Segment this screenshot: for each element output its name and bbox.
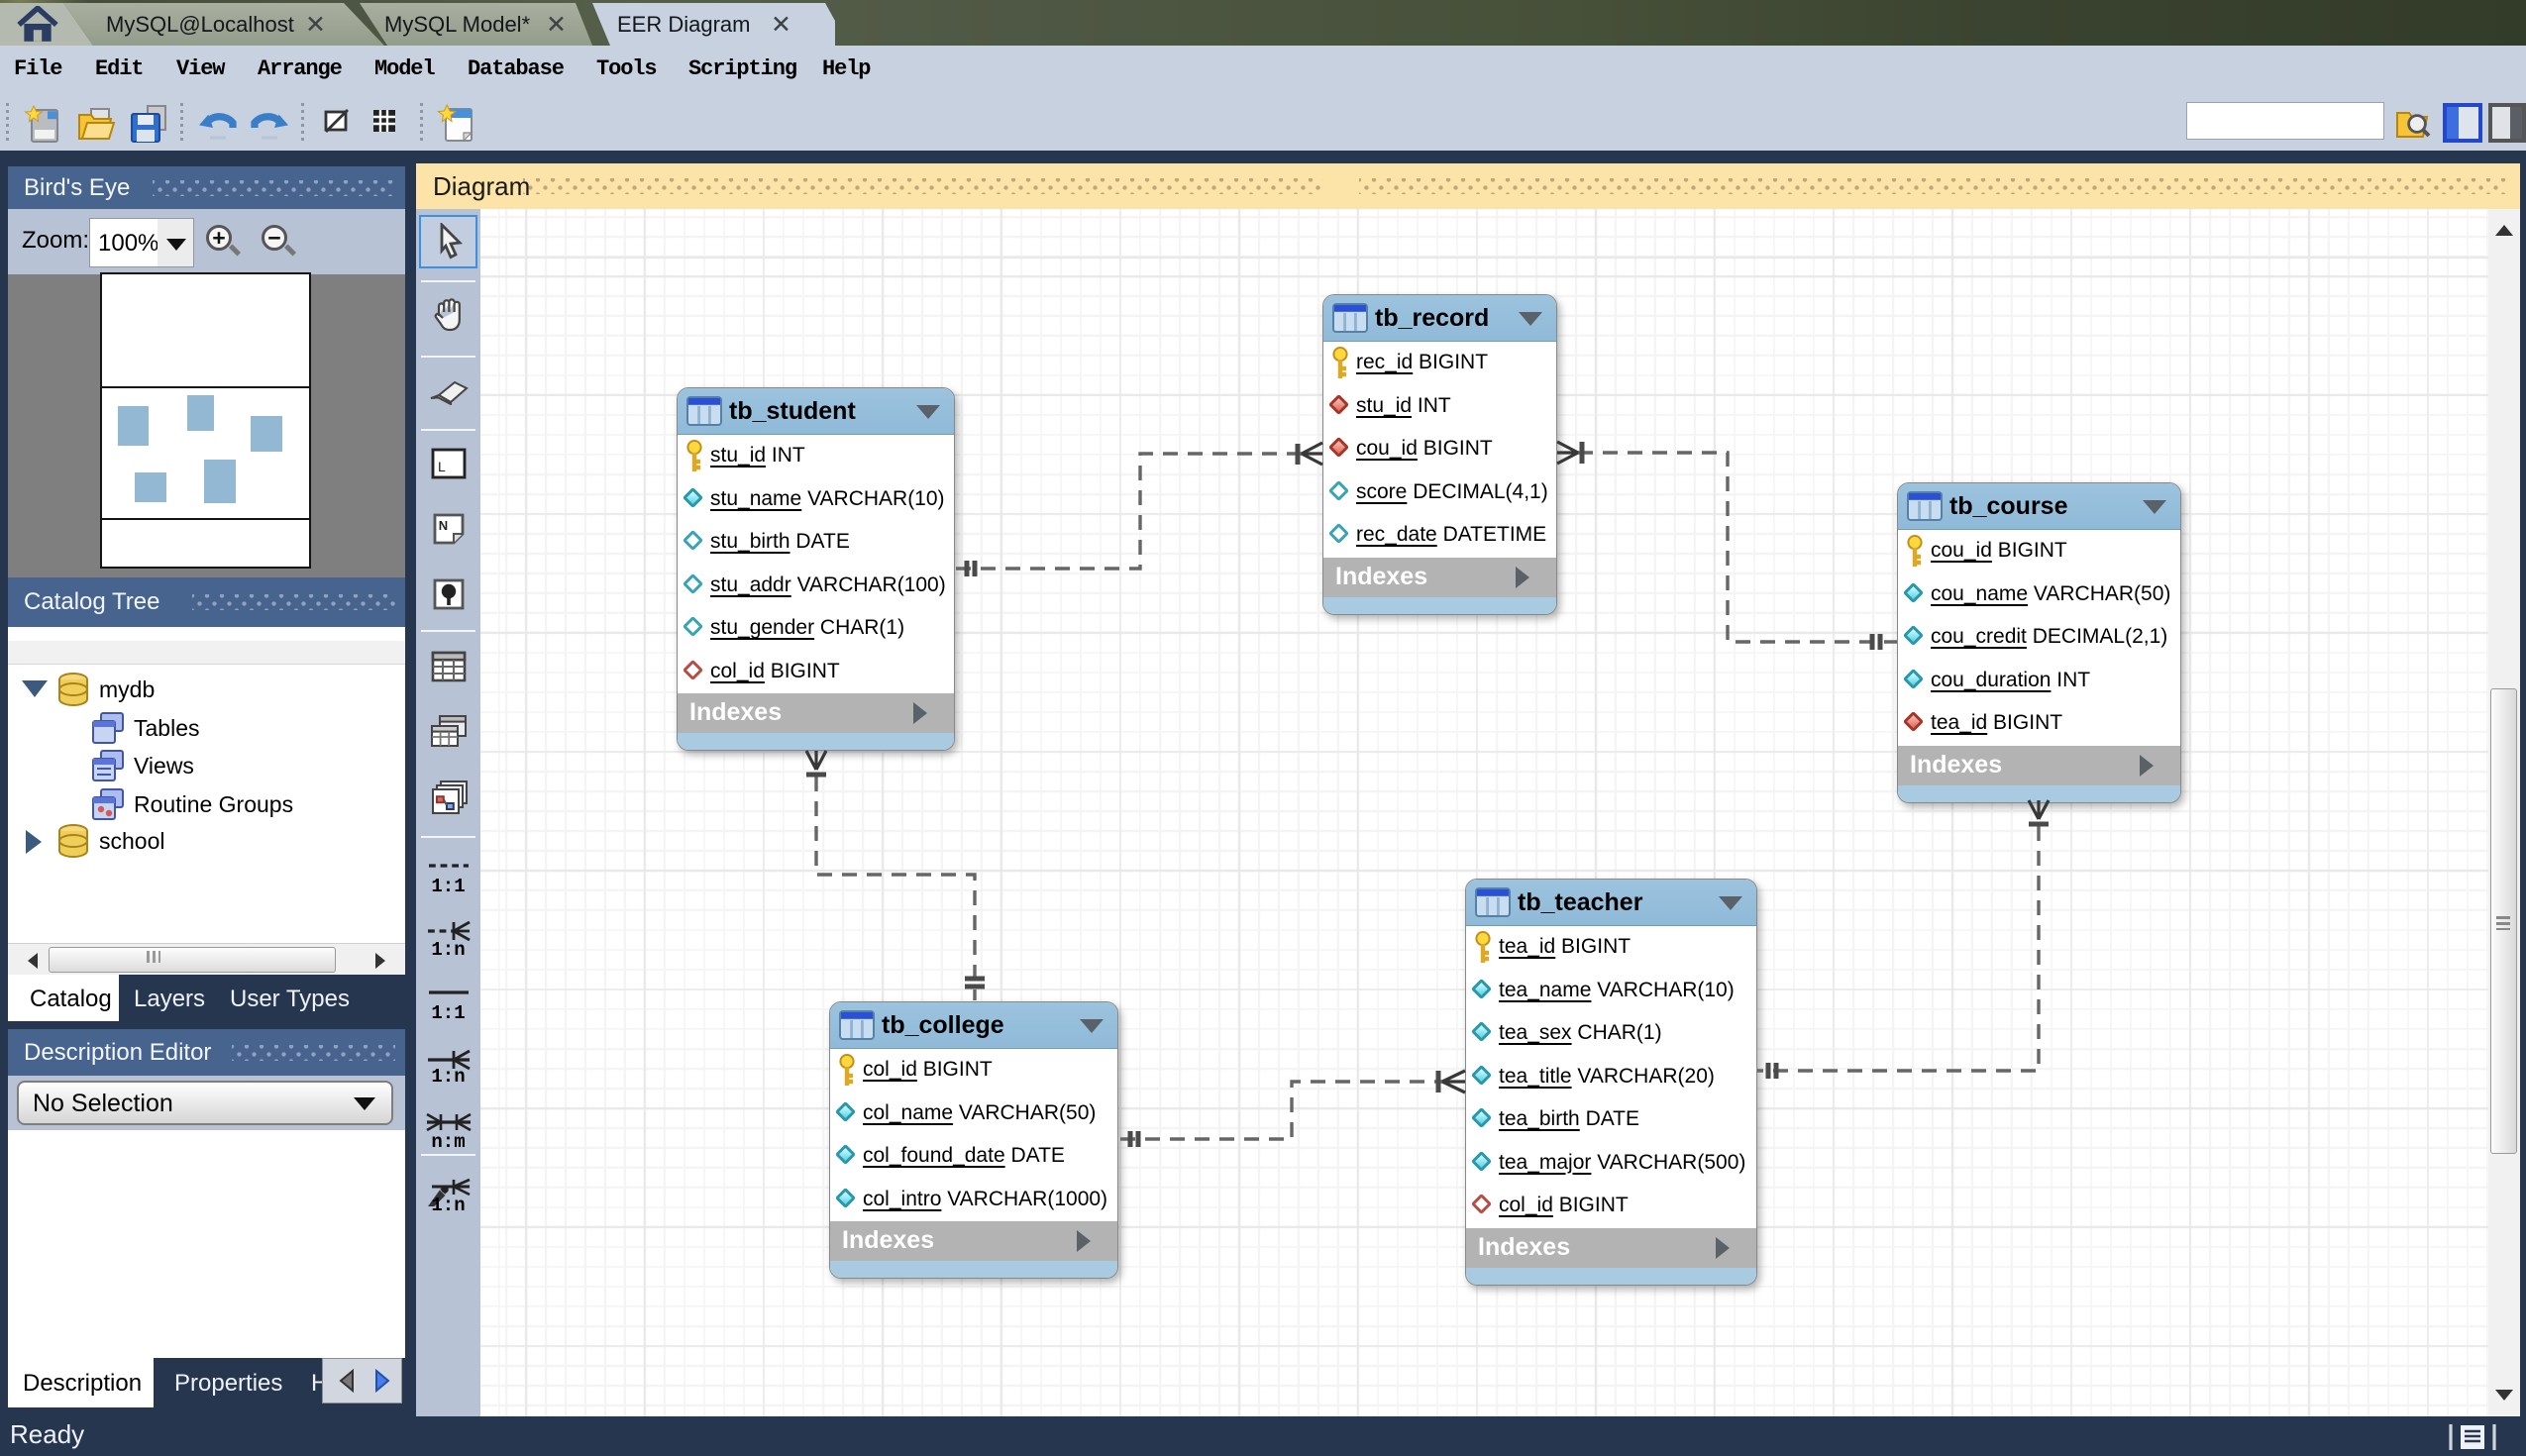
svg-text:L: L bbox=[438, 459, 446, 474]
svg-text:N: N bbox=[438, 518, 447, 533]
